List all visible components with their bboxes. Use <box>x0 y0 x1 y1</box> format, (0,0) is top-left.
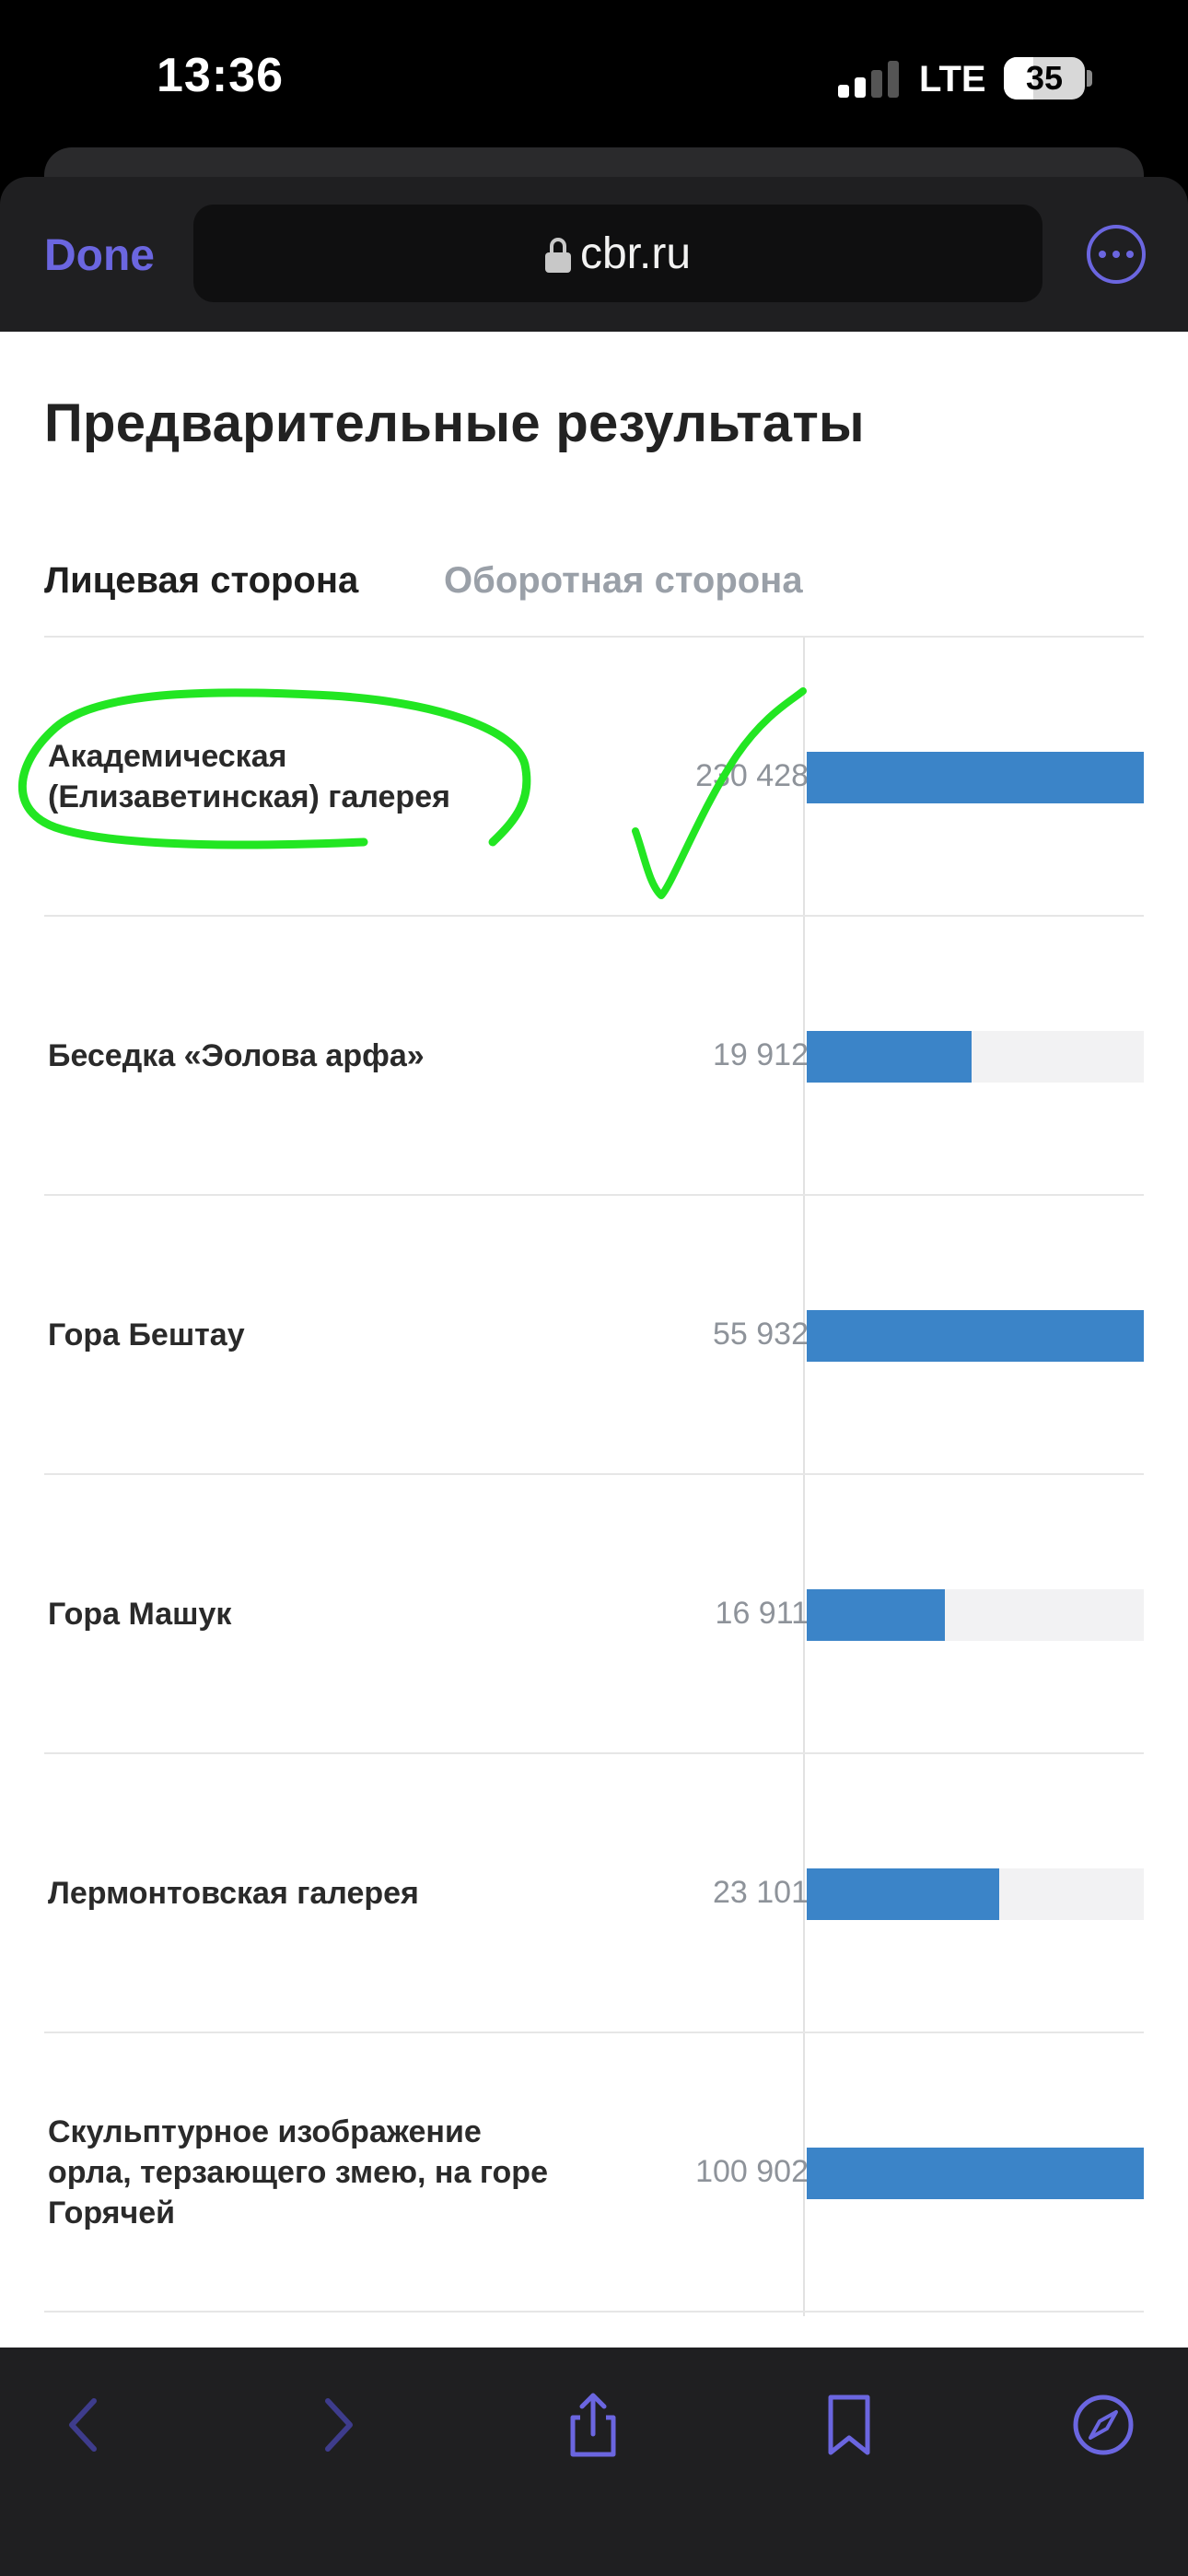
result-label: Лермонтовская галерея <box>48 1875 419 1911</box>
done-button[interactable]: Done <box>44 230 155 281</box>
result-value: 230 428 <box>695 758 809 793</box>
back-arrow-icon[interactable] <box>48 2388 122 2462</box>
result-bar <box>807 2148 1144 2199</box>
result-value: 19 912 <box>713 1037 809 1072</box>
browser-toolbar: Done cbr.ru <box>0 177 1188 332</box>
result-bar-fill <box>807 2148 1144 2199</box>
result-value: 100 902 <box>695 2154 809 2189</box>
status-time: 13:36 <box>157 49 284 102</box>
result-label: Беседка «Эолова арфа» <box>48 1037 425 1073</box>
result-label: Гора Машук <box>48 1596 232 1632</box>
result-label: Академическая (Елизаветинская) галерея <box>48 738 450 814</box>
battery-icon: 35 <box>1004 57 1085 100</box>
url-text: cbr.ru <box>579 228 692 278</box>
compass-icon[interactable] <box>1066 2388 1140 2462</box>
signal-icon <box>838 59 903 98</box>
result-row: Гора Бештау 55 932 <box>44 1196 1144 1475</box>
result-row: Лермонтовская галерея 23 101 <box>44 1754 1144 2033</box>
result-bar <box>807 1589 1144 1641</box>
share-icon[interactable] <box>556 2388 630 2462</box>
result-bar-fill <box>807 752 1144 803</box>
result-label: Гора Бештау <box>48 1317 245 1352</box>
result-label: Скульптурное изображение орла, терзающег… <box>48 2113 548 2231</box>
url-bar[interactable]: cbr.ru <box>193 205 1042 302</box>
result-row: Гора Машук 16 911 <box>44 1475 1144 1754</box>
tab-front-side[interactable]: Лицевая сторона <box>44 560 358 602</box>
result-value: 23 101 <box>713 1875 809 1910</box>
result-row: Академическая (Елизаветинская) галерея 2… <box>44 638 1144 917</box>
result-bar <box>807 1868 1144 1920</box>
bookmarks-icon[interactable] <box>812 2388 886 2462</box>
network-type: LTE <box>919 59 986 100</box>
forward-arrow-icon[interactable] <box>300 2388 374 2462</box>
result-bar <box>807 1031 1144 1083</box>
result-bar-fill <box>807 1589 946 1641</box>
page-content: Предварительные результаты Лицевая сторо… <box>0 332 1188 2349</box>
result-bar-fill <box>807 1868 999 1920</box>
lock-icon <box>544 238 571 273</box>
bottom-toolbar <box>0 2348 1188 2576</box>
tab-back-side[interactable]: Оборотная сторона <box>444 560 803 602</box>
results-list: Академическая (Елизаветинская) галерея 2… <box>44 638 1144 2313</box>
result-bar-fill <box>807 1031 973 1083</box>
battery-tip <box>1087 70 1092 87</box>
result-row: Скульптурное изображение орла, терзающег… <box>44 2033 1144 2313</box>
more-icon[interactable] <box>1087 225 1146 284</box>
page-title: Предварительные результаты <box>44 393 865 453</box>
result-value: 55 932 <box>713 1317 809 1352</box>
result-value: 16 911 <box>715 1596 809 1631</box>
result-bar <box>807 752 1144 803</box>
status-bar: 13:36 LTE 35 <box>0 0 1188 147</box>
result-bar <box>807 1310 1144 1362</box>
result-row: Беседка «Эолова арфа» 19 912 <box>44 917 1144 1196</box>
result-bar-fill <box>807 1310 1144 1362</box>
battery-level: 35 <box>1025 59 1064 97</box>
